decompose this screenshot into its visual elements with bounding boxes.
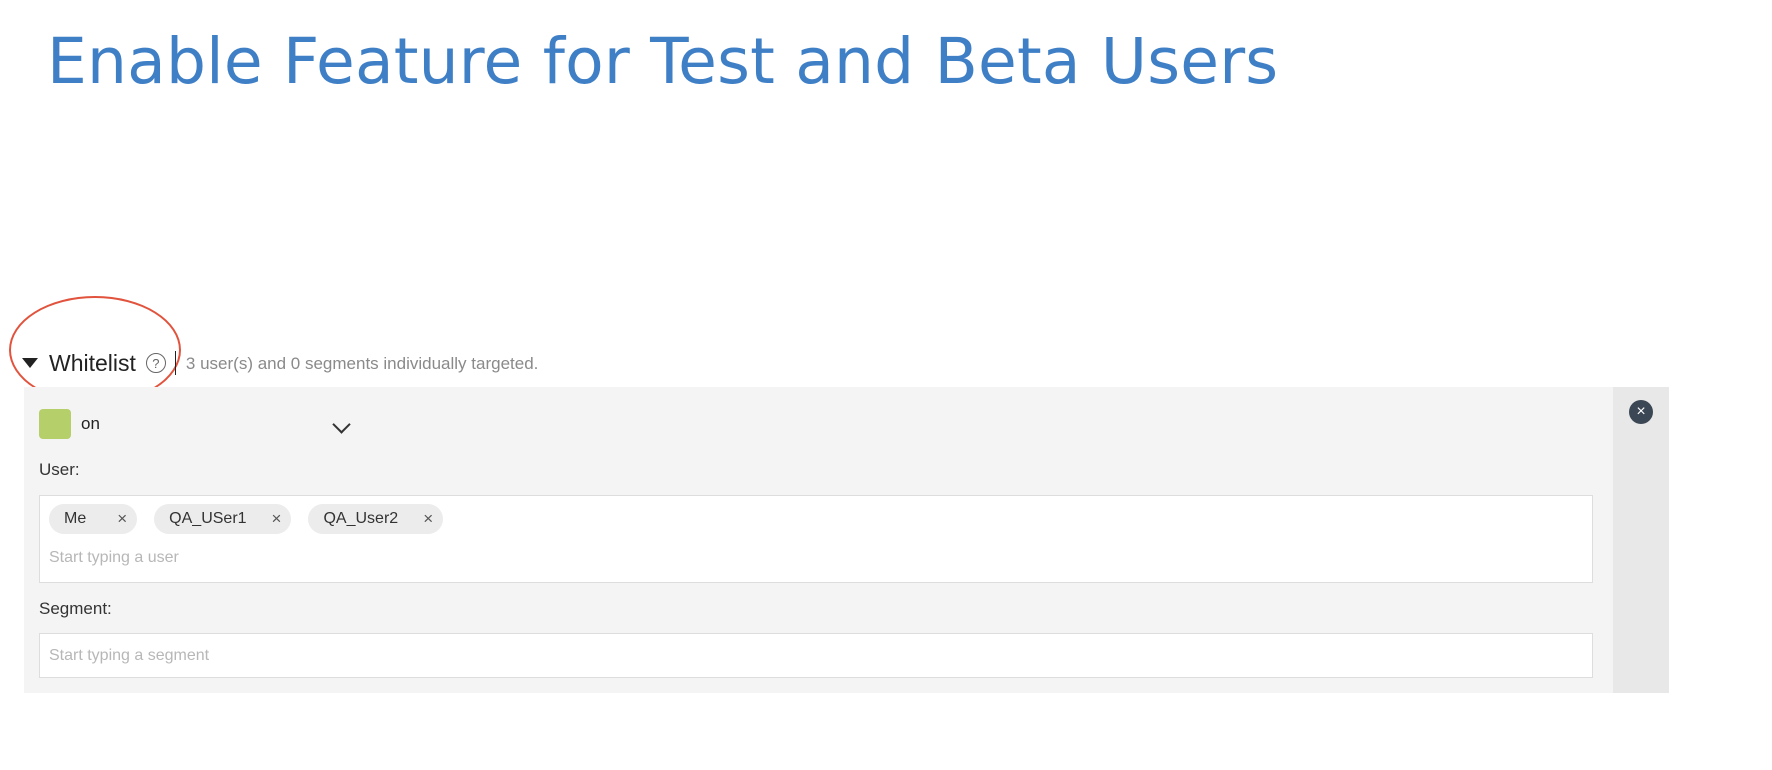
close-icon[interactable]: × (423, 509, 433, 529)
segment-target-field[interactable] (39, 633, 1593, 678)
divider (174, 351, 176, 375)
remove-rule-button[interactable]: × (1629, 400, 1653, 424)
user-tag: QA_User2 × (308, 504, 444, 534)
user-tag: Me × (49, 504, 138, 534)
whitelist-title[interactable]: Whitelist (49, 350, 136, 377)
question-circle-icon[interactable]: ? (145, 353, 166, 373)
user-tag-label: QA_USer1 (169, 510, 247, 527)
close-icon[interactable]: × (272, 509, 282, 529)
user-target-field[interactable]: Me × QA_USer1 × QA_User2 × (39, 495, 1593, 583)
user-tag-list: Me × QA_USer1 × QA_User2 × (49, 504, 444, 534)
user-tag-label: Me (64, 510, 87, 527)
close-icon[interactable]: × (117, 509, 127, 529)
user-field-label: User: (39, 460, 80, 479)
targeting-summary: 3 user(s) and 0 segments individually ta… (185, 354, 539, 373)
user-tag: QA_USer1 × (154, 504, 292, 534)
variation-value: on (81, 414, 100, 433)
variation-color-swatch (39, 409, 71, 439)
caret-down-icon[interactable] (22, 358, 38, 368)
user-tag-label: QA_User2 (323, 510, 399, 527)
rule-sidebar: × (1613, 387, 1669, 693)
variation-dropdown[interactable]: on (39, 409, 349, 439)
whitelist-header[interactable]: Whitelist ? 3 user(s) and 0 segments ind… (22, 346, 538, 380)
user-search-input[interactable] (49, 546, 1549, 570)
whitelist-rule-panel: × on User: Me × QA_USer1 × QA_User2 × Se… (24, 387, 1669, 693)
segment-field-label: Segment: (39, 599, 112, 618)
slide-title: Enable Feature for Test and Beta Users (47, 25, 1279, 98)
close-circle-icon: × (1636, 403, 1646, 420)
segment-search-input[interactable] (49, 644, 1549, 668)
